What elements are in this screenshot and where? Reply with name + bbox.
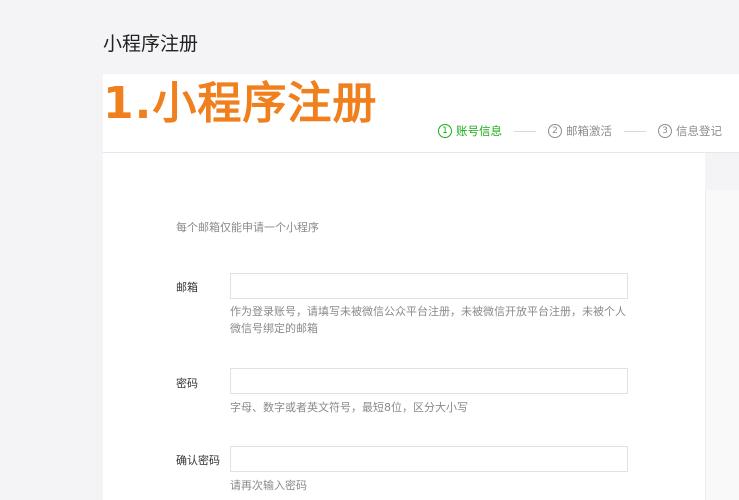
email-hint: 作为登录账号，请填写未被微信公众平台注册，未被微信开放平台注册，未被个人微信号绑… [230, 305, 626, 335]
password-hint: 字母、数字或者英文符号，最短8位，区分大小写 [230, 401, 468, 414]
step-label: 邮箱激活 [566, 124, 612, 138]
step-divider [514, 130, 536, 132]
step-indicator: 1 账号信息 2 邮箱激活 3 信息登记 [438, 122, 722, 140]
step-email-activation: 2 邮箱激活 [548, 123, 612, 139]
step-label: 账号信息 [456, 124, 502, 138]
step-account-info: 1 账号信息 [438, 123, 502, 139]
step-number-2: 2 [548, 124, 562, 138]
form-notice: 每个邮箱仅能申请一个小程序 [176, 221, 319, 234]
email-label: 邮箱 [176, 281, 198, 294]
step-divider [624, 130, 646, 132]
password-label: 密码 [176, 377, 198, 390]
step-info-registration: 3 信息登记 [658, 123, 722, 139]
confirm-password-hint: 请再次输入密码 [230, 479, 307, 492]
step-label: 信息登记 [676, 124, 722, 138]
side-panel [705, 190, 739, 500]
email-field[interactable] [230, 273, 628, 299]
overlay-title: 1.小程序注册 [103, 78, 378, 129]
page-title: 小程序注册 [103, 33, 199, 55]
confirm-password-field[interactable] [230, 446, 628, 472]
step-number-3: 3 [658, 124, 672, 138]
confirm-password-label: 确认密码 [176, 454, 220, 467]
step-number-1: 1 [438, 124, 452, 138]
password-field[interactable] [230, 368, 628, 394]
